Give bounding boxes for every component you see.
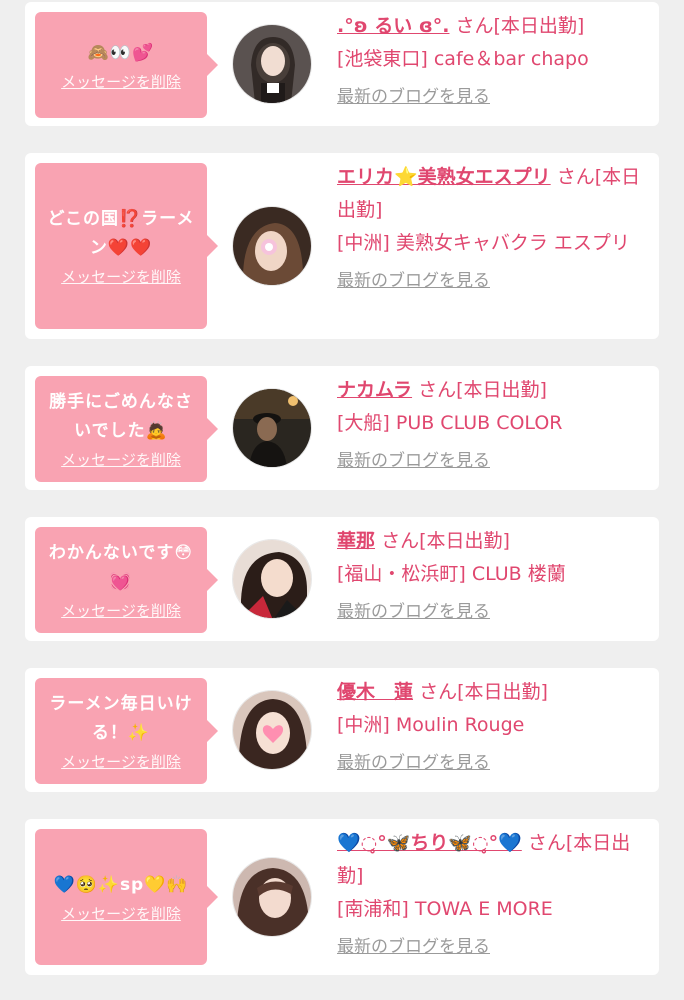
shop-name: [池袋東口] cafe＆bar chapo: [337, 48, 589, 70]
message-text: 💙🥺✨sp💛🙌: [53, 874, 189, 895]
cast-card: 🙈👀💕 メッセージを削除 .°ʚ るい ɞ°. さん[本日出勤] [池袋東口] …: [25, 2, 659, 126]
message-text: ラーメン毎日いける！✨: [49, 694, 193, 743]
cast-name-link[interactable]: エリカ⭐️美熟女エスプリ: [337, 166, 551, 188]
delete-message-link[interactable]: メッセージを削除: [61, 72, 181, 92]
cast-info: ナカムラ さん[本日出勤] [大船] PUB CLUB COLOR 最新のブログ…: [337, 374, 647, 478]
delete-message-link[interactable]: メッセージを削除: [61, 601, 181, 621]
avatar-photo: [233, 207, 311, 285]
shop-name: [中洲] 美熟女キャバクラ エスプリ: [337, 232, 630, 254]
cast-card: どこの国⁉️ラーメン❤️❤️ メッセージを削除 エリカ⭐️美熟女エスプリ さん[…: [25, 153, 659, 339]
cast-card: ラーメン毎日いける！✨ メッセージを削除 優木 蓮 さん[本日出勤] [中洲] …: [25, 668, 659, 792]
avatar-photo: [233, 25, 311, 103]
avatar[interactable]: [232, 388, 312, 468]
shop-name: [中洲] Moulin Rouge: [337, 714, 525, 736]
avatar[interactable]: [232, 539, 312, 619]
shop-name: [大船] PUB CLUB COLOR: [337, 412, 563, 434]
favorite-cast-list: 🙈👀💕 メッセージを削除 .°ʚ るい ɞ°. さん[本日出勤] [池袋東口] …: [0, 0, 684, 1000]
message-text: どこの国⁉️ラーメン❤️❤️: [47, 209, 195, 258]
attendance-status: さん[本日出勤]: [418, 379, 547, 401]
delete-message-link[interactable]: メッセージを削除: [61, 904, 181, 924]
cast-info: .°ʚ るい ɞ°. さん[本日出勤] [池袋東口] cafe＆bar chap…: [337, 10, 647, 114]
cast-card: 💙🥺✨sp💛🙌 メッセージを削除 💙◌̥°🦋ちり🦋◌̥°💙 さん[本日出勤] […: [25, 819, 659, 975]
blog-link[interactable]: 最新のブログを見る: [337, 747, 490, 780]
message-text: 勝手にごめんなさいでした🙇: [49, 392, 193, 441]
cast-card: わかんないです😳💓 メッセージを削除 華那 さん[本日出勤] [福山・松浜町] …: [25, 517, 659, 641]
cast-name-link[interactable]: ナカムラ: [337, 379, 412, 401]
avatar[interactable]: [232, 24, 312, 104]
message-bubble: わかんないです😳💓 メッセージを削除: [35, 527, 218, 633]
cast-name-link[interactable]: 💙◌̥°🦋ちり🦋◌̥°💙: [337, 832, 522, 854]
message-bubble: ラーメン毎日いける！✨ メッセージを削除: [35, 678, 218, 784]
cast-info: エリカ⭐️美熟女エスプリ さん[本日出勤] [中洲] 美熟女キャバクラ エスプリ…: [337, 161, 647, 298]
message-text: わかんないです😳💓: [48, 543, 194, 592]
avatar[interactable]: [232, 690, 312, 770]
avatar-photo: [233, 540, 311, 618]
cast-name-link[interactable]: 優木 蓮: [337, 681, 413, 703]
message-bubble: 勝手にごめんなさいでした🙇 メッセージを削除: [35, 376, 218, 482]
message-text: 🙈👀💕: [87, 42, 155, 63]
cast-name-link[interactable]: 華那: [337, 530, 375, 552]
avatar[interactable]: [232, 857, 312, 937]
attendance-status: さん[本日出勤]: [381, 530, 510, 552]
cast-info: 💙◌̥°🦋ちり🦋◌̥°💙 さん[本日出勤] [南浦和] TOWA E MORE …: [337, 827, 647, 964]
attendance-status: さん[本日出勤]: [419, 681, 548, 703]
delete-message-link[interactable]: メッセージを削除: [61, 267, 181, 287]
attendance-status: さん[本日出勤]: [455, 15, 585, 37]
cast-info: 優木 蓮 さん[本日出勤] [中洲] Moulin Rouge 最新のブログを見…: [337, 676, 647, 780]
message-bubble: 💙🥺✨sp💛🙌 メッセージを削除: [35, 829, 218, 965]
delete-message-link[interactable]: メッセージを削除: [61, 450, 181, 470]
cast-info: 華那 さん[本日出勤] [福山・松浜町] CLUB 楼蘭 最新のブログを見る: [337, 525, 647, 629]
shop-name: [福山・松浜町] CLUB 楼蘭: [337, 563, 566, 585]
avatar-photo: [233, 858, 311, 936]
blog-link[interactable]: 最新のブログを見る: [337, 596, 490, 629]
blog-link[interactable]: 最新のブログを見る: [337, 931, 490, 964]
shop-name: [南浦和] TOWA E MORE: [337, 898, 553, 920]
blog-link[interactable]: 最新のブログを見る: [337, 81, 490, 114]
cast-card: 勝手にごめんなさいでした🙇 メッセージを削除 ナカムラ さん[本日出勤] [大船…: [25, 366, 659, 490]
avatar-photo: [233, 691, 311, 769]
blog-link[interactable]: 最新のブログを見る: [337, 265, 490, 298]
avatar-photo: [233, 389, 311, 467]
avatar[interactable]: [232, 206, 312, 286]
message-bubble: 🙈👀💕 メッセージを削除: [35, 12, 218, 118]
blog-link[interactable]: 最新のブログを見る: [337, 445, 490, 478]
cast-name-link[interactable]: .°ʚ るい ɞ°.: [337, 15, 449, 37]
delete-message-link[interactable]: メッセージを削除: [61, 752, 181, 772]
message-bubble: どこの国⁉️ラーメン❤️❤️ メッセージを削除: [35, 163, 218, 329]
